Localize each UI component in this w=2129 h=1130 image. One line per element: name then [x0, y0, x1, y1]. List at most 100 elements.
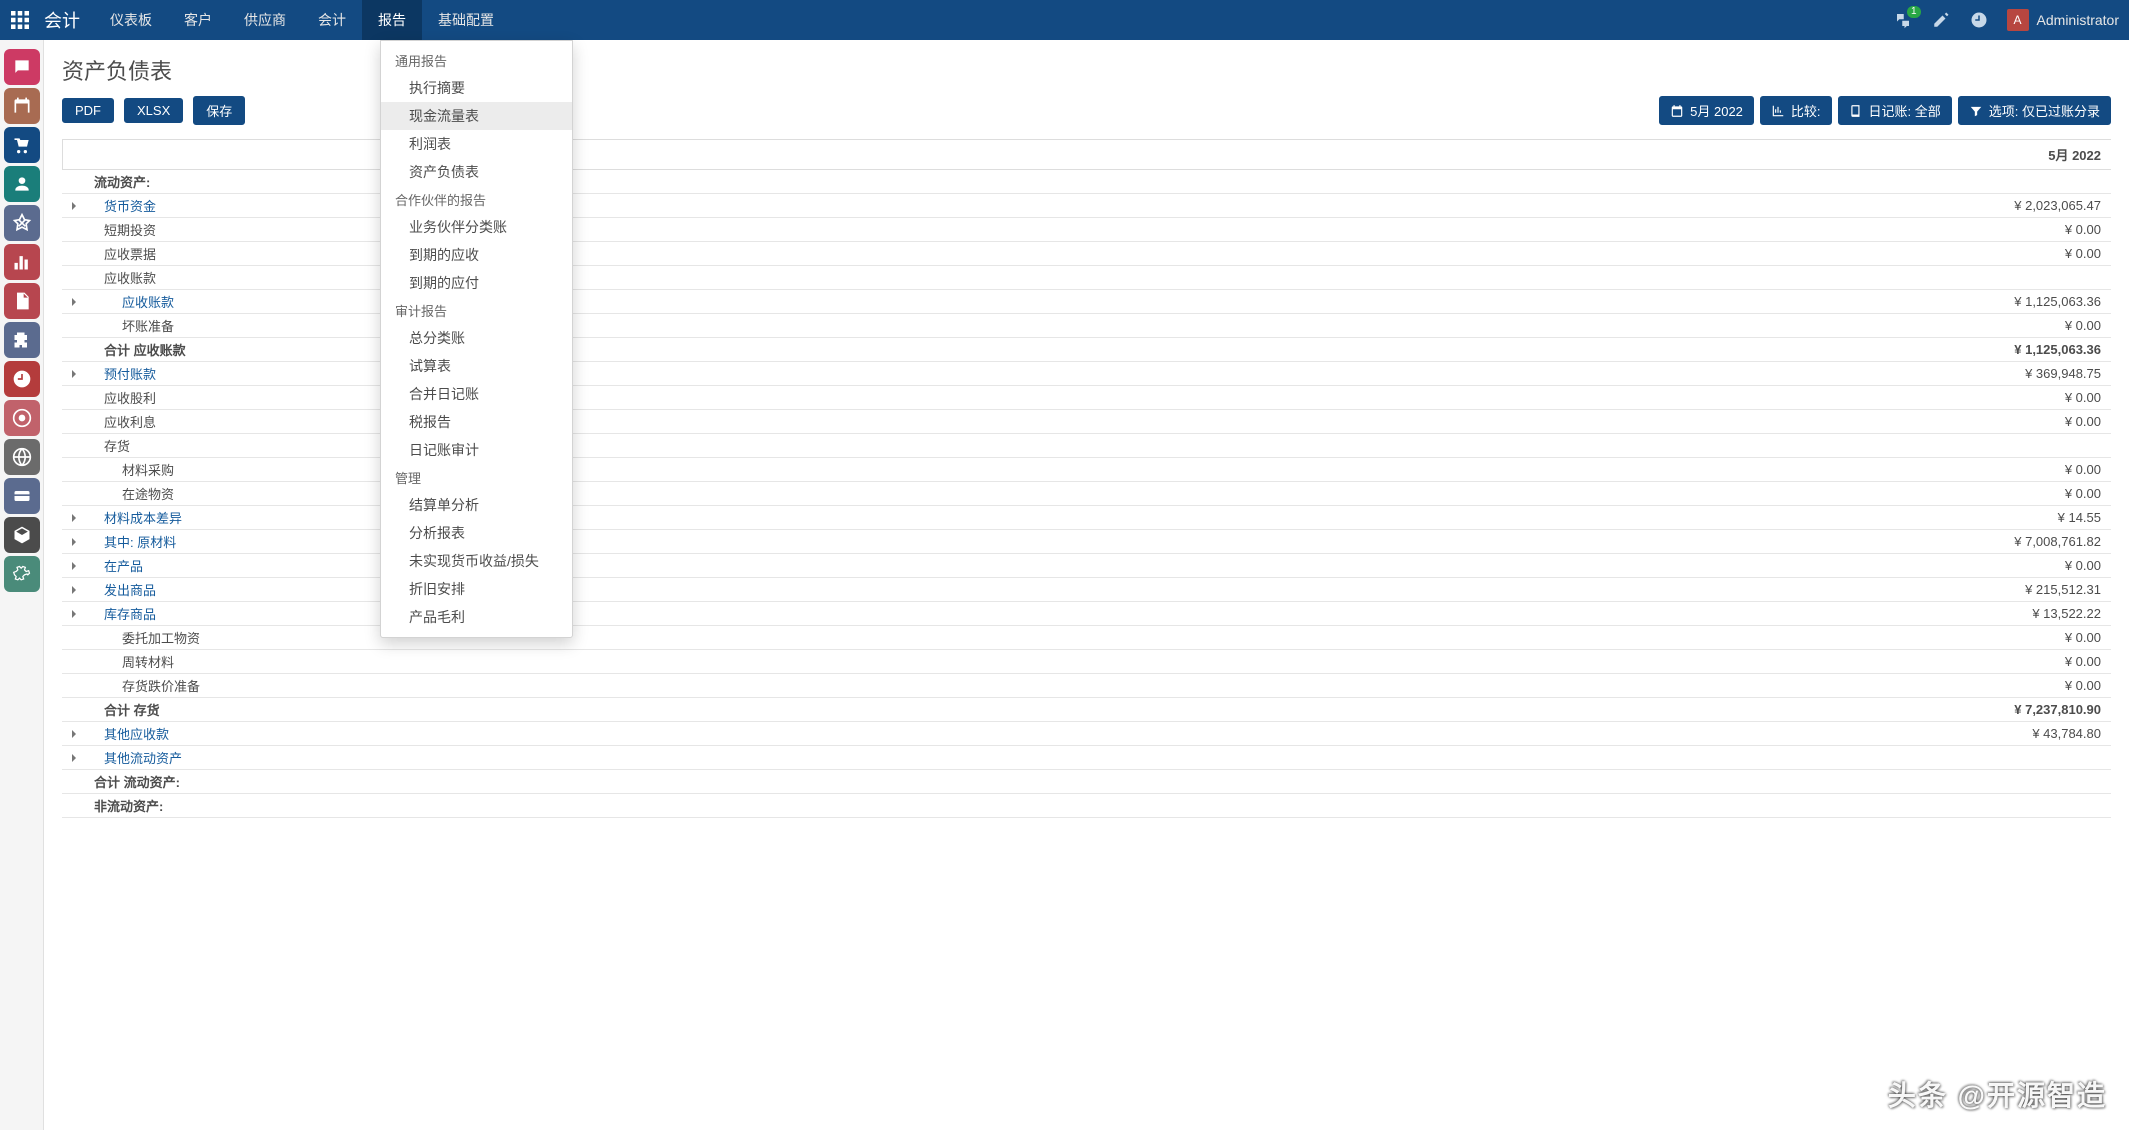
filter-journal[interactable]: 日记账: 全部 — [1838, 96, 1952, 125]
sidebar-app-timesheet[interactable] — [4, 361, 40, 397]
nav-item-4[interactable]: 报告 — [362, 0, 422, 40]
row-value: ¥ 13,522.22 — [1931, 606, 2111, 621]
dropdown-item[interactable]: 资产负债表 — [381, 158, 572, 186]
save-button[interactable]: 保存 — [193, 96, 245, 125]
row-label[interactable]: 在产品 — [86, 556, 1931, 575]
sidebar-app-contacts[interactable] — [4, 166, 40, 202]
table-row: 货币资金¥ 2,023,065.47 — [62, 194, 2111, 218]
dropdown-item[interactable]: 分析报表 — [381, 519, 572, 547]
apps-grid-icon[interactable] — [0, 0, 40, 40]
clock-icon[interactable] — [1969, 10, 1989, 30]
sidebar-app-apps-addon[interactable] — [4, 322, 40, 358]
dropdown-item[interactable]: 业务伙伴分类账 — [381, 213, 572, 241]
row-value: ¥ 1,125,063.36 — [1931, 342, 2111, 357]
edit-icon[interactable] — [1931, 10, 1951, 30]
row-label[interactable]: 应收账款 — [86, 292, 1931, 311]
row-value: ¥ 7,237,810.90 — [1931, 702, 2111, 717]
dropdown-item[interactable]: 利润表 — [381, 130, 572, 158]
dropdown-item[interactable]: 产品毛利 — [381, 603, 572, 631]
table-row: 材料成本差异¥ 14.55 — [62, 506, 2111, 530]
filter-group: 5月 2022 比较: 日记账: 全部 选项: 仅已过账分录 — [1659, 96, 2111, 125]
messages-icon[interactable]: 1 — [1893, 10, 1913, 30]
sidebar-app-documents[interactable] — [4, 283, 40, 319]
expand-caret[interactable] — [62, 370, 86, 378]
table-row: 应收股利¥ 0.00 — [62, 386, 2111, 410]
row-label: 材料采购 — [86, 460, 1931, 479]
table-row: 应收账款 — [62, 266, 2111, 290]
dropdown-item[interactable]: 日记账审计 — [381, 436, 572, 464]
row-label[interactable]: 其他流动资产 — [86, 748, 1931, 767]
dropdown-item[interactable]: 到期的应付 — [381, 269, 572, 297]
expand-caret[interactable] — [62, 514, 86, 522]
dropdown-section-header: 通用报告 — [381, 47, 572, 74]
username: Administrator — [2037, 12, 2119, 28]
expand-caret[interactable] — [62, 562, 86, 570]
nav-item-3[interactable]: 会计 — [302, 0, 362, 40]
row-value: ¥ 2,023,065.47 — [1931, 198, 2111, 213]
sidebar-app-discuss[interactable] — [4, 49, 40, 85]
nav-item-0[interactable]: 仪表板 — [94, 0, 168, 40]
filter-options[interactable]: 选项: 仅已过账分录 — [1958, 96, 2111, 125]
row-label[interactable]: 预付账款 — [86, 364, 1931, 383]
row-label: 合计 流动资产: — [86, 772, 1931, 791]
row-label[interactable]: 发出商品 — [86, 580, 1931, 599]
dropdown-item[interactable]: 税报告 — [381, 408, 572, 436]
sidebar-app-settings[interactable] — [4, 556, 40, 592]
report-dropdown: 通用报告执行摘要现金流量表利润表资产负债表合作伙伴的报告业务伙伴分类账到期的应收… — [380, 40, 573, 638]
sidebar-app-crm[interactable] — [4, 205, 40, 241]
row-value: ¥ 0.00 — [1931, 318, 2111, 333]
expand-caret[interactable] — [62, 730, 86, 738]
filter-compare[interactable]: 比较: — [1760, 96, 1832, 125]
table-row: 库存商品¥ 13,522.22 — [62, 602, 2111, 626]
dropdown-item[interactable]: 执行摘要 — [381, 74, 572, 102]
sidebar-app-inventory[interactable] — [4, 517, 40, 553]
dropdown-item[interactable]: 合并日记账 — [381, 380, 572, 408]
table-row: 其他流动资产 — [62, 746, 2111, 770]
table-row: 发出商品¥ 215,512.31 — [62, 578, 2111, 602]
column-header-date: 5月 2022 — [1511, 145, 2111, 164]
pdf-button[interactable]: PDF — [62, 98, 114, 123]
row-value: ¥ 0.00 — [1931, 390, 2111, 405]
nav-item-5[interactable]: 基础配置 — [422, 0, 510, 40]
sidebar-app-ecommerce[interactable] — [4, 127, 40, 163]
dropdown-item[interactable]: 结算单分析 — [381, 491, 572, 519]
sidebar-app-payment[interactable] — [4, 478, 40, 514]
sidebar-app-website[interactable] — [4, 439, 40, 475]
nav-item-1[interactable]: 客户 — [168, 0, 228, 40]
dropdown-item[interactable]: 未实现货币收益/损失 — [381, 547, 572, 575]
dropdown-item[interactable]: 总分类账 — [381, 324, 572, 352]
dropdown-item[interactable]: 折旧安排 — [381, 575, 572, 603]
expand-caret[interactable] — [62, 754, 86, 762]
expand-caret[interactable] — [62, 538, 86, 546]
filter-date[interactable]: 5月 2022 — [1659, 96, 1754, 125]
row-label: 合计 应收账款 — [86, 340, 1931, 359]
dropdown-item[interactable]: 到期的应收 — [381, 241, 572, 269]
row-value: ¥ 43,784.80 — [1931, 726, 2111, 741]
dropdown-item[interactable]: 试算表 — [381, 352, 572, 380]
row-label[interactable]: 其中: 原材料 — [86, 532, 1931, 551]
expand-caret[interactable] — [62, 586, 86, 594]
expand-caret[interactable] — [62, 298, 86, 306]
row-label[interactable]: 库存商品 — [86, 604, 1931, 623]
user-menu[interactable]: A Administrator — [2007, 9, 2119, 31]
row-value: ¥ 0.00 — [1931, 486, 2111, 501]
sidebar-app-helpdesk[interactable] — [4, 400, 40, 436]
row-label: 周转材料 — [86, 652, 1931, 671]
row-label[interactable]: 货币资金 — [86, 196, 1931, 215]
row-label: 非流动资产: — [86, 796, 1931, 815]
sidebar-app-calendar[interactable] — [4, 88, 40, 124]
table-row: 应收账款¥ 1,125,063.36 — [62, 290, 2111, 314]
row-label: 委托加工物资 — [86, 628, 1931, 647]
sidebar-app-dashboard[interactable] — [4, 244, 40, 280]
row-label: 应收股利 — [86, 388, 1931, 407]
dropdown-item[interactable]: 现金流量表 — [381, 102, 572, 130]
row-label[interactable]: 材料成本差异 — [86, 508, 1931, 527]
row-label[interactable]: 其他应收款 — [86, 724, 1931, 743]
nav-item-2[interactable]: 供应商 — [228, 0, 302, 40]
avatar: A — [2007, 9, 2029, 31]
expand-caret[interactable] — [62, 202, 86, 210]
xlsx-button[interactable]: XLSX — [124, 98, 183, 123]
row-value: ¥ 1,125,063.36 — [1931, 294, 2111, 309]
expand-caret[interactable] — [62, 610, 86, 618]
brand-title[interactable]: 会计 — [40, 7, 94, 33]
